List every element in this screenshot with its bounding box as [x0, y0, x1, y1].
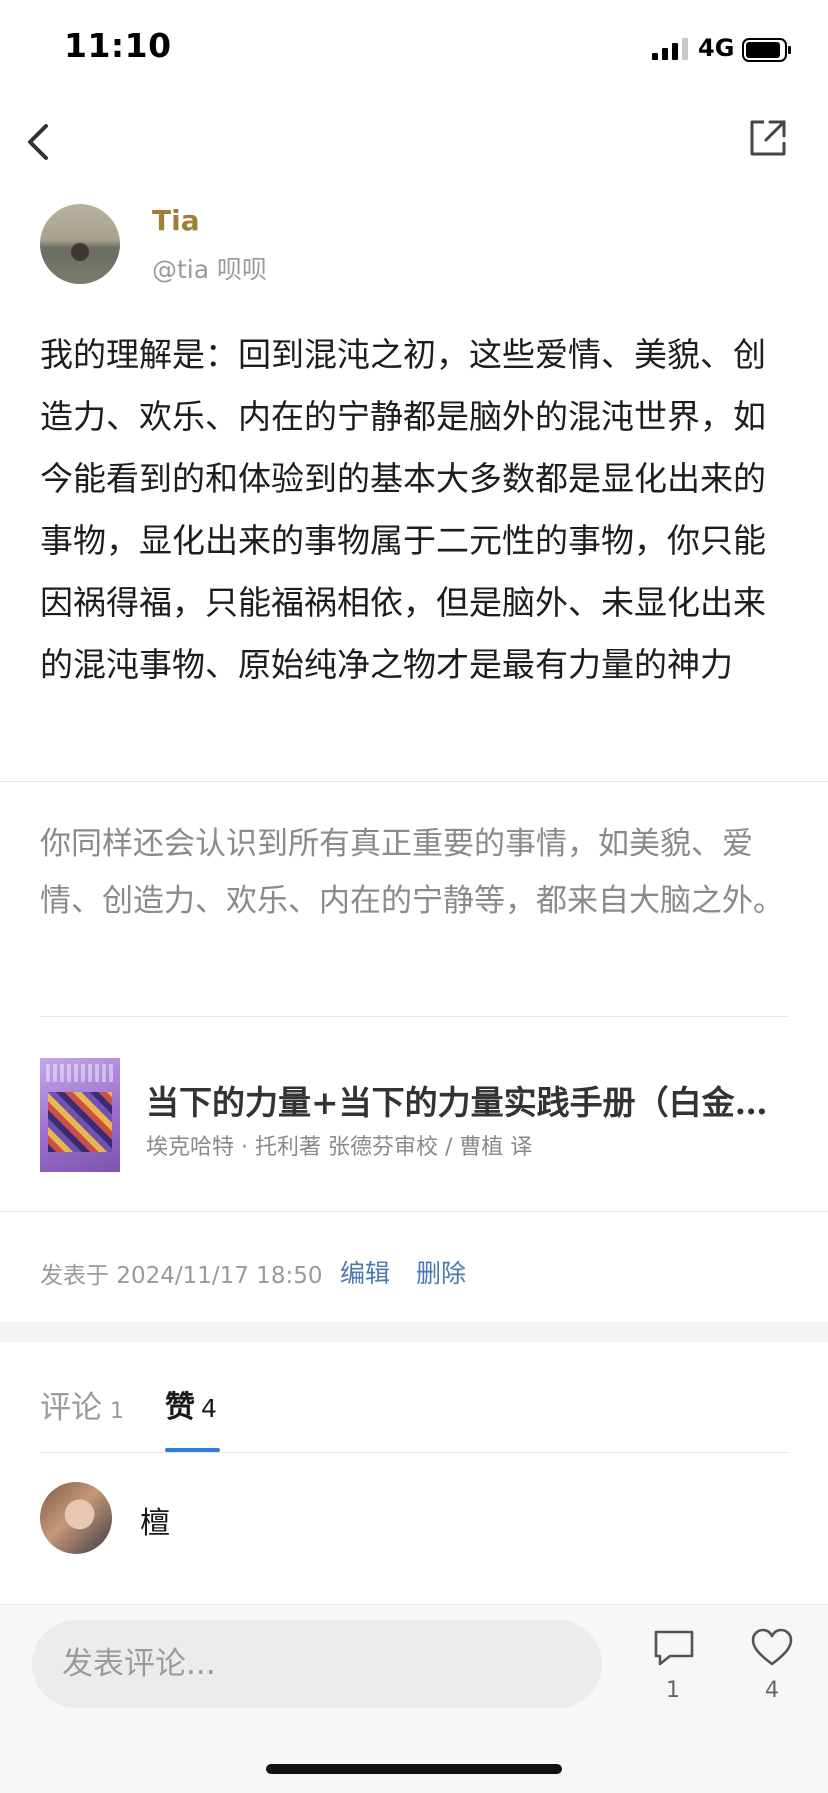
- edit-button[interactable]: 编辑: [340, 1254, 390, 1290]
- signal-icon: [652, 38, 688, 60]
- book-meta: 埃克哈特 · 托利著 张德芬审校 / 曹植 译: [146, 1135, 533, 1160]
- book-quote: 你同样还会认识到所有真正重要的事情，如美貌、爱情、创造力、欢乐、内在的宁静等，都…: [40, 826, 784, 919]
- book-cover[interactable]: [40, 1058, 120, 1172]
- book-title[interactable]: 当下的力量+当下的力量实践手册（白金…: [146, 1076, 786, 1124]
- heart-icon[interactable]: [750, 1628, 794, 1668]
- author-avatar[interactable]: [40, 204, 120, 284]
- tab-comments[interactable]: 评论 1: [40, 1382, 124, 1427]
- like-count: 4: [765, 1678, 779, 1703]
- post-text: 我的理解是：回到混沌之初，这些爱情、美貌、创造力、欢乐、内在的宁静都是脑外的混沌…: [40, 335, 766, 684]
- battery-icon: [742, 38, 791, 62]
- tab-likes-label: 赞: [165, 1390, 195, 1425]
- home-indicator: [266, 1764, 562, 1774]
- delete-button[interactable]: 删除: [416, 1254, 466, 1290]
- publish-date: 发表于 2024/11/17 18:50: [40, 1263, 323, 1289]
- tab-likes[interactable]: 赞4: [165, 1382, 217, 1426]
- share-icon[interactable]: [746, 116, 790, 160]
- back-chevron-icon[interactable]: [20, 118, 60, 166]
- status-time: 11:10: [64, 26, 172, 65]
- section-separator: [0, 1322, 828, 1342]
- divider: [40, 1452, 788, 1453]
- divider: [40, 1016, 788, 1017]
- tab-comments-count: 1: [110, 1399, 124, 1424]
- divider: [0, 781, 828, 782]
- author-handle: @tia 呗呗: [152, 255, 268, 284]
- tab-likes-count: 4: [201, 1394, 217, 1423]
- comment-count: 1: [666, 1678, 680, 1703]
- divider: [0, 1211, 828, 1212]
- comment-icon[interactable]: [652, 1628, 696, 1668]
- comment-input[interactable]: [32, 1620, 602, 1708]
- tab-comments-label: 评论: [40, 1390, 102, 1426]
- author-name[interactable]: Tia: [152, 204, 200, 237]
- liker-name[interactable]: 檀: [140, 1498, 170, 1542]
- network-type: 4G: [698, 34, 735, 62]
- liker-avatar[interactable]: [40, 1482, 112, 1554]
